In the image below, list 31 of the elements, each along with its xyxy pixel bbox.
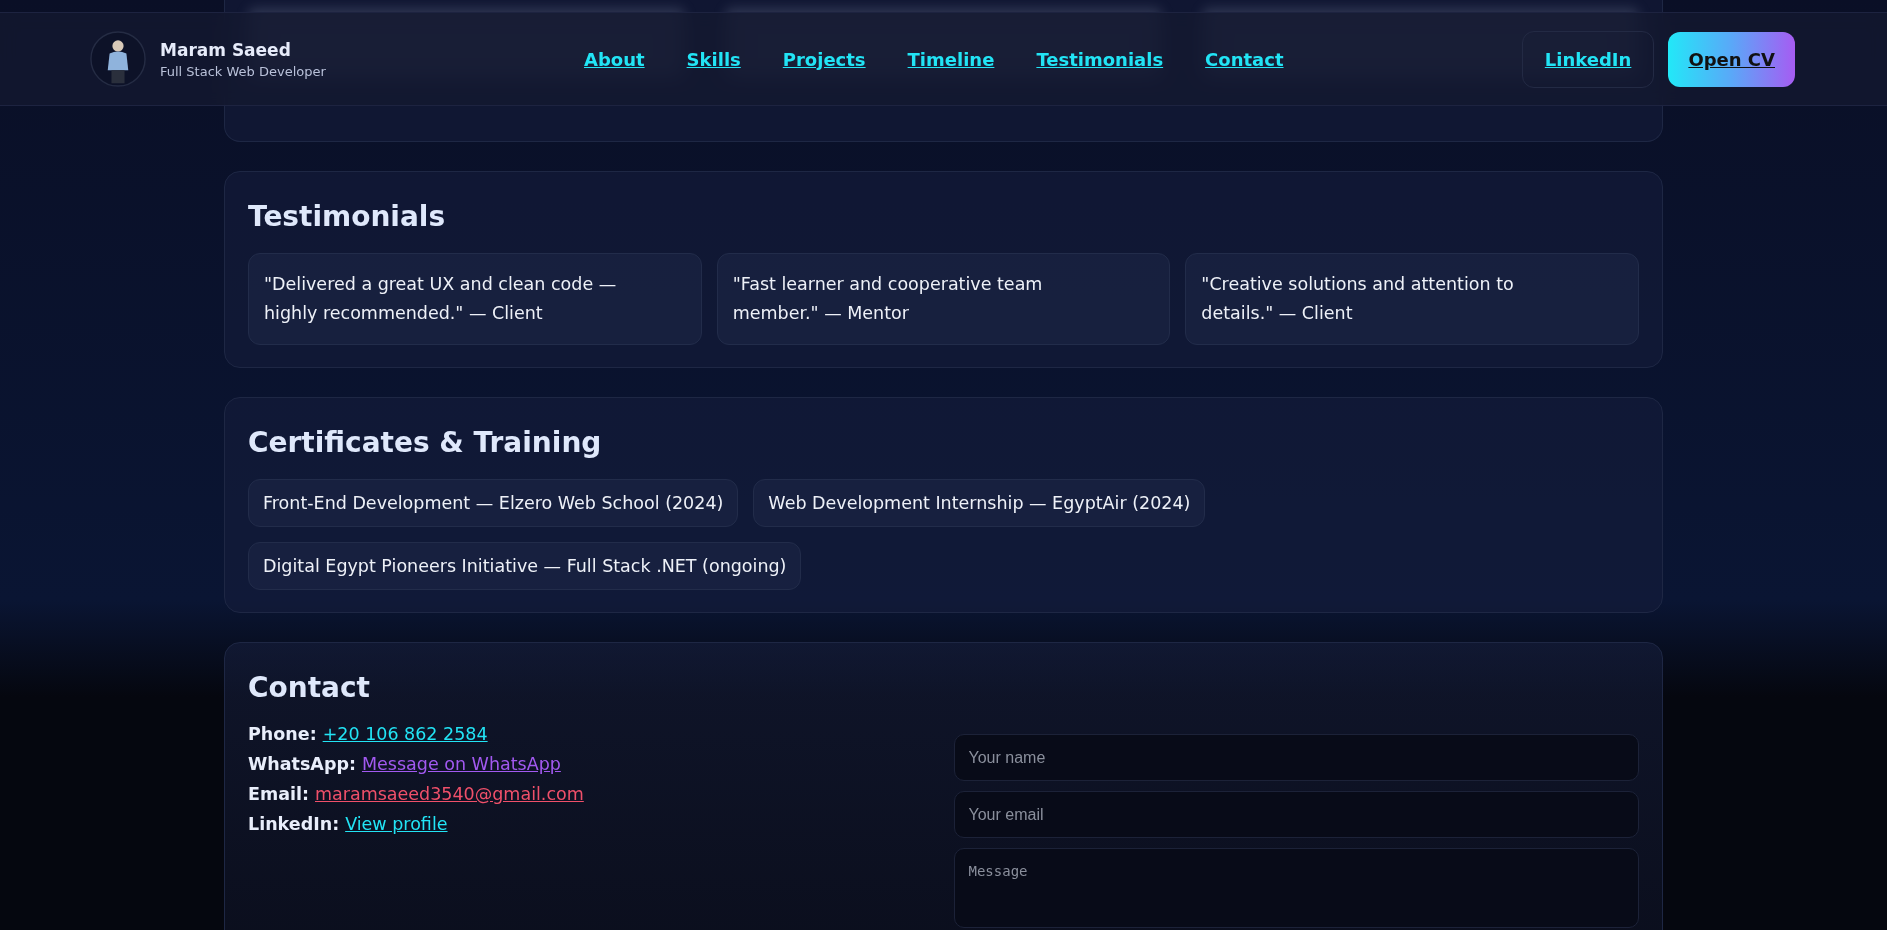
certificate-chip: Front-End Development — Elzero Web School (2024): [248, 479, 739, 527]
avatar-icon: [90, 31, 146, 87]
nav-link[interactable]: Testimonials: [1036, 48, 1164, 70]
open-cv-button[interactable]: Open CV: [1668, 31, 1795, 87]
linkedin-link[interactable]: View profile: [345, 810, 448, 838]
nav-link[interactable]: Projects: [782, 48, 866, 70]
section-title: Testimonials: [248, 200, 447, 233]
nav-link[interactable]: Skills: [686, 48, 741, 70]
profile-name: Maram Saeed: [160, 39, 292, 60]
contact-label: LinkedIn:: [248, 813, 340, 836]
section-title: Contact: [248, 671, 371, 704]
contact-label: Email:: [248, 783, 309, 806]
email-input[interactable]: Your email: [953, 791, 1639, 838]
contact-label: WhatsApp:: [248, 753, 356, 776]
message-input[interactable]: Message: [953, 848, 1639, 928]
nav-link[interactable]: About: [584, 48, 645, 70]
testimonial-text: "Delivered a great UX and clean code — highly recommended." — Client: [264, 273, 618, 325]
testimonial-text: "Creative solutions and attention to details." — Client: [1201, 273, 1515, 325]
nav-link[interactable]: Contact: [1205, 48, 1284, 70]
section-title: Certificates & Training: [248, 426, 603, 459]
name-input[interactable]: Your name: [953, 734, 1639, 781]
testimonial-text: "Fast learner and cooperative team member." — Mentor: [732, 273, 1044, 325]
phone-link[interactable]: +20 106 862 2584: [322, 720, 488, 748]
certificate-chip: Web Development Internship — EgyptAir (2024): [753, 479, 1206, 527]
linkedin-button[interactable]: LinkedIn: [1521, 30, 1655, 88]
email-link[interactable]: maramsaeed3540@gmail.com: [315, 780, 584, 808]
profile-role: Full Stack Web Developer: [160, 63, 326, 79]
nav-link[interactable]: Timeline: [907, 48, 995, 70]
whatsapp-link[interactable]: Message on WhatsApp: [361, 750, 561, 778]
certificate-chip: Digital Egypt Pioneers Initiative — Full Stack .NET (ongoing): [248, 542, 802, 590]
contact-label: Phone:: [248, 723, 317, 746]
